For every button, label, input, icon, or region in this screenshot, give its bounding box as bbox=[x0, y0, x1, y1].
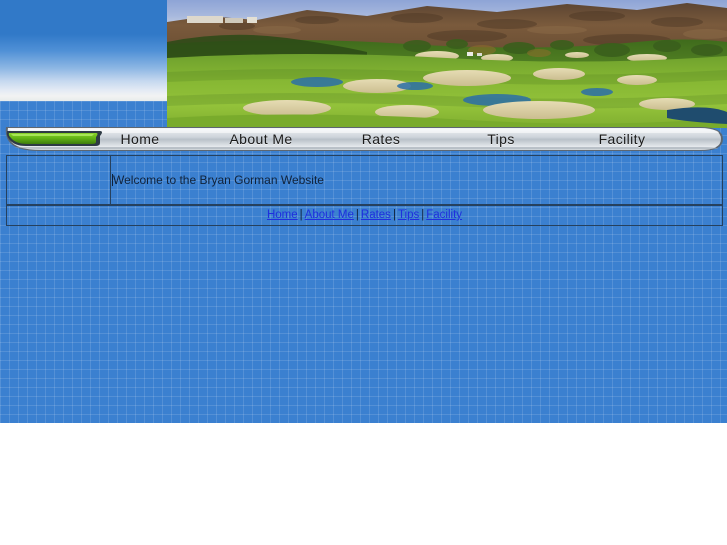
welcome-message-row: Welcome to the Bryan Gorman Website bbox=[111, 156, 722, 188]
site-header bbox=[0, 0, 727, 128]
nav-item-tips[interactable]: Tips bbox=[456, 126, 546, 153]
footer-cell: Home | About Me | Rates | Tips | Facility bbox=[6, 205, 723, 226]
nav-list[interactable]: Home About Me Rates Tips Facility bbox=[0, 126, 727, 153]
main-content-cell: Welcome to the Bryan Gorman Website bbox=[110, 155, 723, 205]
footer-link-list[interactable]: Home | About Me | Rates | Tips | Facility bbox=[7, 208, 722, 222]
golf-course-banner-image bbox=[167, 0, 727, 128]
sidebar-cell bbox=[6, 155, 111, 205]
table-row: Welcome to the Bryan Gorman Website bbox=[6, 155, 723, 205]
nav-link-rates[interactable]: Rates bbox=[336, 126, 426, 152]
main-navigation[interactable]: Home About Me Rates Tips Facility bbox=[0, 126, 727, 153]
footer-link-tips[interactable]: Tips bbox=[398, 209, 419, 221]
welcome-message: Welcome to the Bryan Gorman Website bbox=[113, 173, 324, 187]
footer-link-rates[interactable]: Rates bbox=[361, 209, 391, 221]
nav-link-home[interactable]: Home bbox=[92, 126, 188, 152]
nav-link-facility[interactable]: Facility bbox=[570, 126, 674, 152]
footer-separator: | bbox=[392, 209, 396, 221]
nav-item-rates[interactable]: Rates bbox=[336, 126, 426, 153]
nav-item-home[interactable]: Home bbox=[92, 126, 188, 153]
nav-item-about-me[interactable]: About Me bbox=[206, 126, 316, 153]
footer-link-about-me[interactable]: About Me bbox=[305, 209, 354, 221]
nav-item-facility[interactable]: Facility bbox=[570, 126, 674, 153]
footer-layout-table: Home | About Me | Rates | Tips | Facility bbox=[6, 205, 723, 226]
footer-link-facility[interactable]: Facility bbox=[426, 209, 462, 221]
footer-separator: | bbox=[355, 209, 359, 221]
content-layout-table: Welcome to the Bryan Gorman Website bbox=[6, 155, 723, 205]
sky-gradient-panel bbox=[0, 0, 167, 101]
sky-panel-filler bbox=[0, 101, 167, 128]
banner-illustration bbox=[167, 0, 727, 128]
footer-separator: | bbox=[299, 209, 303, 221]
nav-link-tips[interactable]: Tips bbox=[456, 126, 546, 152]
nav-link-about-me[interactable]: About Me bbox=[206, 126, 316, 152]
table-row: Home | About Me | Rates | Tips | Facility bbox=[6, 205, 723, 226]
footer-link-home[interactable]: Home bbox=[267, 209, 298, 221]
